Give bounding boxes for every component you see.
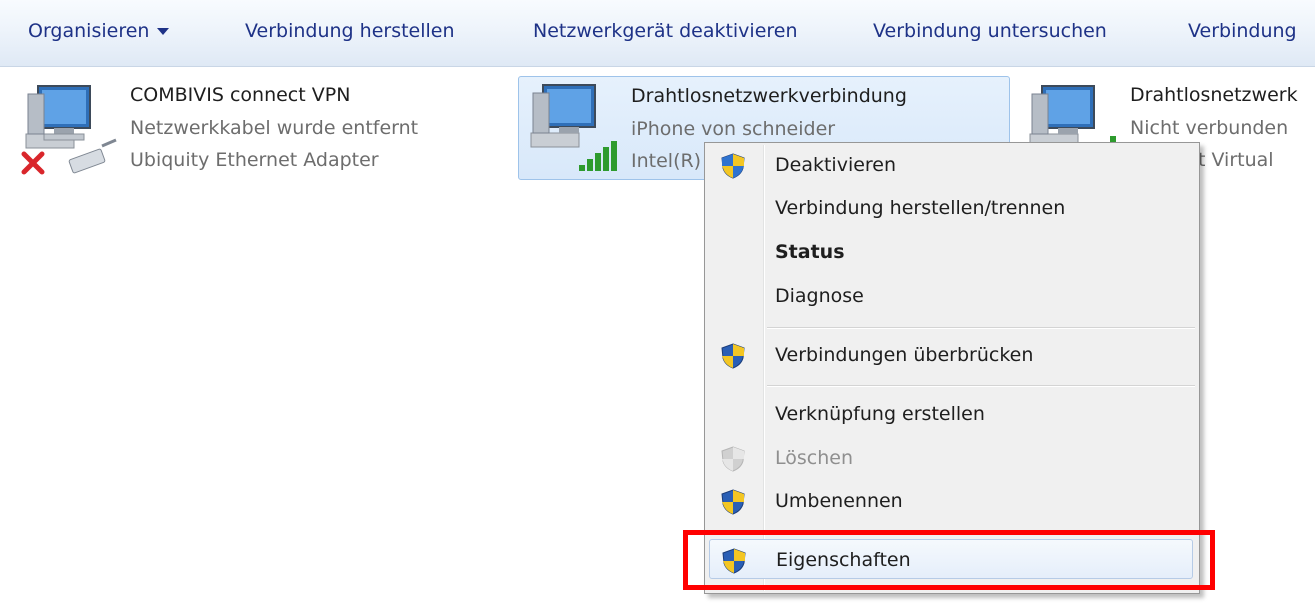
menu-item-bridge-connections[interactable]: Verbindungen überbrücken: [709, 335, 1193, 375]
menu-item-label: Verknüpfung erstellen: [775, 403, 985, 425]
highlight-annotation-box: [683, 530, 1215, 590]
connection-status: Nicht verbunden: [1130, 117, 1289, 139]
menu-item-deactivate[interactable]: Deaktivieren: [709, 145, 1193, 185]
command-bar: Organisieren Verbindung herstellen Netzw…: [0, 0, 1315, 67]
context-menu: Deaktivieren Verbindung herstellen/trenn…: [704, 142, 1200, 594]
wireless-signal-icon: [530, 84, 617, 171]
menu-item-label: Verbindungen überbrücken: [775, 344, 1034, 366]
menu-item-label: Löschen: [775, 447, 853, 469]
connection-adapter: Intel(R): [631, 150, 702, 172]
connection-name: Drahtlosnetzwerk: [1130, 84, 1298, 106]
connection-adapter: Ubiquity Ethernet Adapter: [130, 149, 379, 171]
menu-item-rename[interactable]: Umbenennen: [709, 481, 1193, 521]
menu-item-label: Umbenennen: [775, 490, 903, 512]
chevron-down-icon: [157, 28, 170, 35]
menu-item-create-shortcut[interactable]: Verknüpfung erstellen: [709, 394, 1193, 434]
uac-shield-icon: [721, 489, 745, 515]
connection-tile-combivis[interactable]: COMBIVIS connect VPN Netzwerkkabel wurde…: [18, 76, 488, 180]
menu-item-label: Diagnose: [775, 285, 864, 307]
uac-shield-icon: [721, 153, 745, 179]
network-disconnected-icon: [21, 85, 117, 175]
menu-item-delete: Löschen: [709, 438, 1193, 478]
menu-item-label: Status: [775, 241, 845, 263]
uac-shield-icon: [721, 343, 745, 369]
diagnose-connection-button[interactable]: Verbindung untersuchen: [873, 20, 1107, 42]
rename-connection-button[interactable]: Verbindung: [1188, 20, 1297, 42]
menu-item-label: Deaktivieren: [775, 154, 897, 176]
connection-status: Netzwerkkabel wurde entfernt: [130, 117, 419, 139]
uac-shield-disabled-icon: [721, 446, 745, 472]
organize-menu-button[interactable]: Organisieren: [28, 20, 170, 42]
connection-name: Drahtlosnetzwerkverbindung: [631, 85, 907, 107]
connect-button[interactable]: Verbindung herstellen: [245, 20, 455, 42]
menu-item-status[interactable]: Status: [709, 232, 1193, 272]
disable-device-button[interactable]: Netzwerkgerät deaktivieren: [533, 20, 798, 42]
menu-item-label: Verbindung herstellen/trennen: [775, 197, 1066, 219]
organize-label: Organisieren: [28, 20, 150, 42]
connection-status: iPhone von schneider: [631, 118, 836, 140]
menu-separator: [767, 327, 1195, 329]
menu-separator: [767, 385, 1195, 387]
connection-name: COMBIVIS connect VPN: [130, 84, 351, 106]
menu-item-diagnose[interactable]: Diagnose: [709, 276, 1193, 316]
menu-item-connect-disconnect[interactable]: Verbindung herstellen/trennen: [709, 188, 1193, 228]
